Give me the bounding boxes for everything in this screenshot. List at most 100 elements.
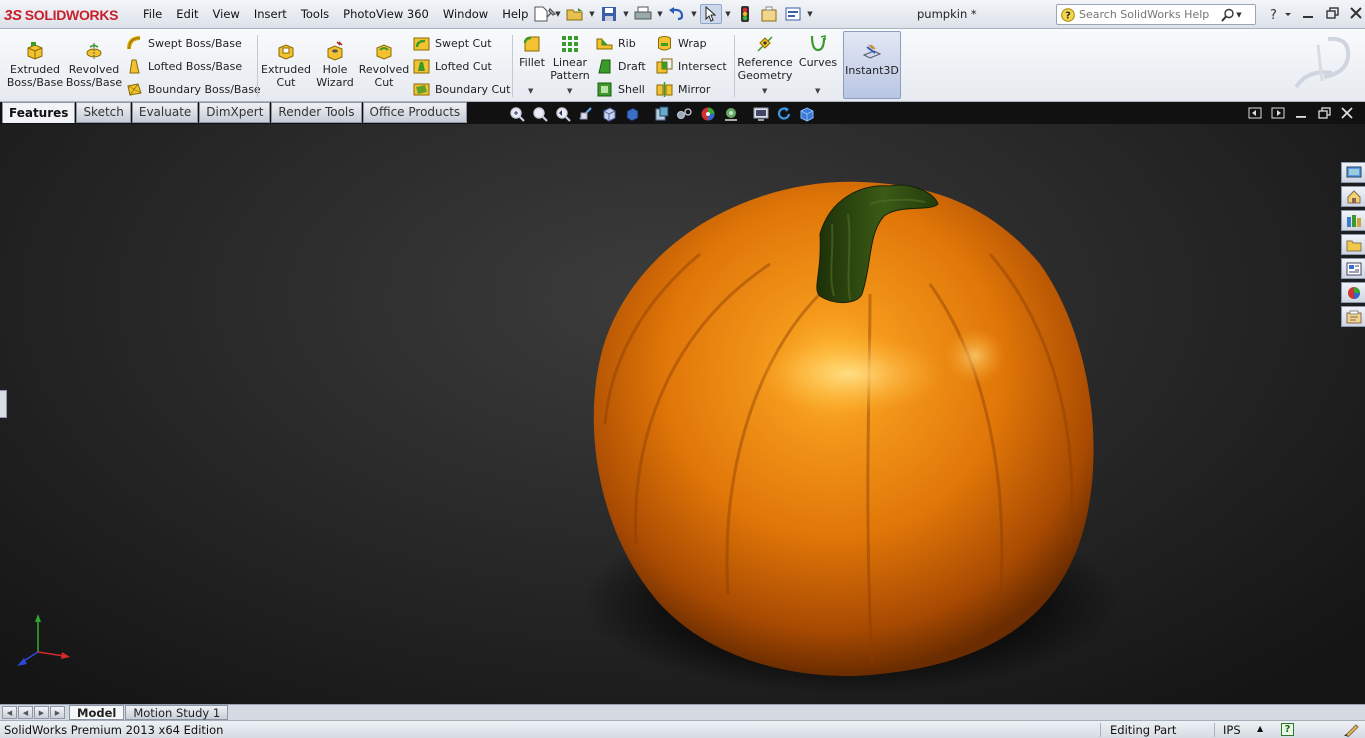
- options-dropdown-arrow[interactable]: ▼: [806, 10, 814, 18]
- select-arrow-icon[interactable]: [700, 4, 722, 24]
- collapse-left-icon[interactable]: [1246, 105, 1264, 121]
- edit-appearance-icon[interactable]: [698, 105, 718, 122]
- section-view-icon[interactable]: [576, 105, 596, 122]
- units-dropdown-arrow[interactable]: ▲: [1257, 724, 1263, 733]
- wrap-button[interactable]: Wrap: [656, 34, 707, 52]
- minimize-icon[interactable]: [1298, 4, 1318, 22]
- home-icon[interactable]: [1341, 186, 1365, 207]
- options-icon[interactable]: [782, 4, 804, 24]
- pumpkin-model[interactable]: [0, 124, 1365, 704]
- menu-file[interactable]: File: [136, 6, 169, 22]
- undo-dropdown-arrow[interactable]: ▼: [690, 10, 698, 18]
- file-properties-icon[interactable]: [758, 4, 780, 24]
- display-style-icon[interactable]: [622, 105, 642, 122]
- tab-dimxpert[interactable]: DimXpert: [199, 102, 271, 123]
- 3d-view-cube-icon[interactable]: [797, 105, 817, 122]
- fillet-dropdown-arrow[interactable]: ▼: [528, 87, 533, 95]
- last-tab-icon[interactable]: ▶: [50, 706, 65, 719]
- instant3d-button[interactable]: Instant3D: [843, 31, 901, 99]
- menu-tools[interactable]: Tools: [294, 6, 336, 22]
- save-icon[interactable]: [598, 4, 620, 24]
- lofted-boss-button[interactable]: Lofted Boss/Base: [126, 57, 242, 75]
- zoom-to-area-icon[interactable]: [530, 105, 550, 122]
- next-tab-icon[interactable]: ▶: [34, 706, 49, 719]
- zoom-to-fit-icon[interactable]: [507, 105, 527, 122]
- tab-render-tools[interactable]: Render Tools: [271, 102, 362, 123]
- hide-show-items-icon[interactable]: [652, 105, 672, 122]
- draft-button[interactable]: Draft: [596, 57, 646, 75]
- boundary-boss-button[interactable]: Boundary Boss/Base: [126, 80, 261, 98]
- prev-tab-icon[interactable]: ◀: [18, 706, 33, 719]
- extruded-boss-button[interactable]: Extruded Boss/Base: [7, 41, 63, 89]
- menu-window[interactable]: Window: [436, 6, 495, 22]
- linear-pattern-button[interactable]: Linear Pattern: [550, 34, 590, 82]
- menu-edit[interactable]: Edit: [169, 6, 205, 22]
- viewport-minimize-icon[interactable]: [1292, 105, 1310, 121]
- apply-scene-icon[interactable]: [721, 105, 741, 122]
- tab-model[interactable]: Model: [69, 705, 125, 720]
- solidworks-logo[interactable]: 3S SOLIDWORKS: [4, 5, 119, 25]
- file-explorer-icon[interactable]: [1341, 234, 1365, 255]
- rebuild-status-icon[interactable]: [1343, 722, 1359, 737]
- tab-evaluate[interactable]: Evaluate: [131, 102, 199, 123]
- fillet-button[interactable]: Fillet: [516, 34, 548, 69]
- mirror-button[interactable]: Mirror: [656, 80, 710, 98]
- curves-dropdown-arrow[interactable]: ▼: [815, 87, 820, 95]
- search-input[interactable]: [1079, 8, 1219, 21]
- intersect-button[interactable]: Intersect: [656, 57, 727, 75]
- restore-icon[interactable]: [1322, 4, 1342, 22]
- previous-view-icon[interactable]: [553, 105, 573, 122]
- tab-sketch[interactable]: Sketch: [76, 102, 131, 123]
- select-dropdown-arrow[interactable]: ▼: [724, 10, 732, 18]
- close-icon[interactable]: [1346, 4, 1365, 22]
- help-menu-button[interactable]: ?: [1263, 5, 1295, 23]
- new-document-icon[interactable]: [530, 4, 552, 24]
- rebuild-icon[interactable]: [734, 4, 756, 24]
- rotate-view-icon[interactable]: [774, 105, 794, 122]
- boundary-cut-button[interactable]: Boundary Cut: [413, 80, 510, 98]
- tab-features[interactable]: Features: [2, 102, 76, 123]
- graphics-area[interactable]: [0, 124, 1365, 704]
- tab-office-products[interactable]: Office Products: [362, 102, 468, 123]
- shell-button[interactable]: Shell: [596, 80, 645, 98]
- revolved-cut-button[interactable]: Revolved Cut: [359, 41, 409, 89]
- rib-button[interactable]: Rib: [596, 34, 636, 52]
- menu-view[interactable]: View: [206, 6, 247, 22]
- solidworks-resources-icon[interactable]: [1341, 162, 1365, 183]
- open-folder-icon[interactable]: [564, 4, 586, 24]
- undo-icon[interactable]: [666, 4, 688, 24]
- swept-boss-button[interactable]: Swept Boss/Base: [126, 34, 242, 52]
- curves-button[interactable]: Curves: [797, 34, 839, 69]
- quick-tips-help-icon[interactable]: ?: [1281, 723, 1294, 736]
- menu-insert[interactable]: Insert: [247, 6, 294, 22]
- first-tab-icon[interactable]: ◀: [2, 706, 17, 719]
- design-library-icon[interactable]: [1341, 210, 1365, 231]
- search-icon[interactable]: [1221, 8, 1235, 22]
- view-settings-icon[interactable]: [675, 105, 695, 122]
- swept-cut-button[interactable]: Swept Cut: [413, 34, 492, 52]
- print-icon[interactable]: [632, 4, 654, 24]
- revolved-boss-button[interactable]: Revolved Boss/Base: [66, 41, 122, 89]
- expand-right-icon[interactable]: [1269, 105, 1287, 121]
- reference-geometry-dropdown-arrow[interactable]: ▼: [762, 87, 767, 95]
- viewport-restore-icon[interactable]: [1315, 105, 1333, 121]
- viewport-close-icon[interactable]: [1338, 105, 1356, 121]
- view-monitor-icon[interactable]: [751, 105, 771, 122]
- reference-geometry-button[interactable]: Reference Geometry: [737, 34, 793, 82]
- print-dropdown-arrow[interactable]: ▼: [656, 10, 664, 18]
- menu-photoview[interactable]: PhotoView 360: [336, 6, 436, 22]
- extruded-cut-button[interactable]: Extruded Cut: [261, 41, 311, 89]
- appearances-icon[interactable]: [1341, 282, 1365, 303]
- pattern-dropdown-arrow[interactable]: ▼: [567, 87, 572, 95]
- open-dropdown-arrow[interactable]: ▼: [588, 10, 596, 18]
- unit-system-selector[interactable]: IPS: [1223, 723, 1241, 737]
- save-dropdown-arrow[interactable]: ▼: [622, 10, 630, 18]
- custom-properties-icon[interactable]: [1341, 306, 1365, 327]
- view-orientation-icon[interactable]: [599, 105, 619, 122]
- lofted-cut-button[interactable]: Lofted Cut: [413, 57, 492, 75]
- tab-motion-study-1[interactable]: Motion Study 1: [125, 705, 229, 720]
- feature-manager-flyout-handle[interactable]: [0, 390, 7, 418]
- new-dropdown-arrow[interactable]: ▼: [554, 10, 562, 18]
- hole-wizard-button[interactable]: Hole Wizard: [313, 41, 357, 89]
- view-palette-icon[interactable]: [1341, 258, 1365, 279]
